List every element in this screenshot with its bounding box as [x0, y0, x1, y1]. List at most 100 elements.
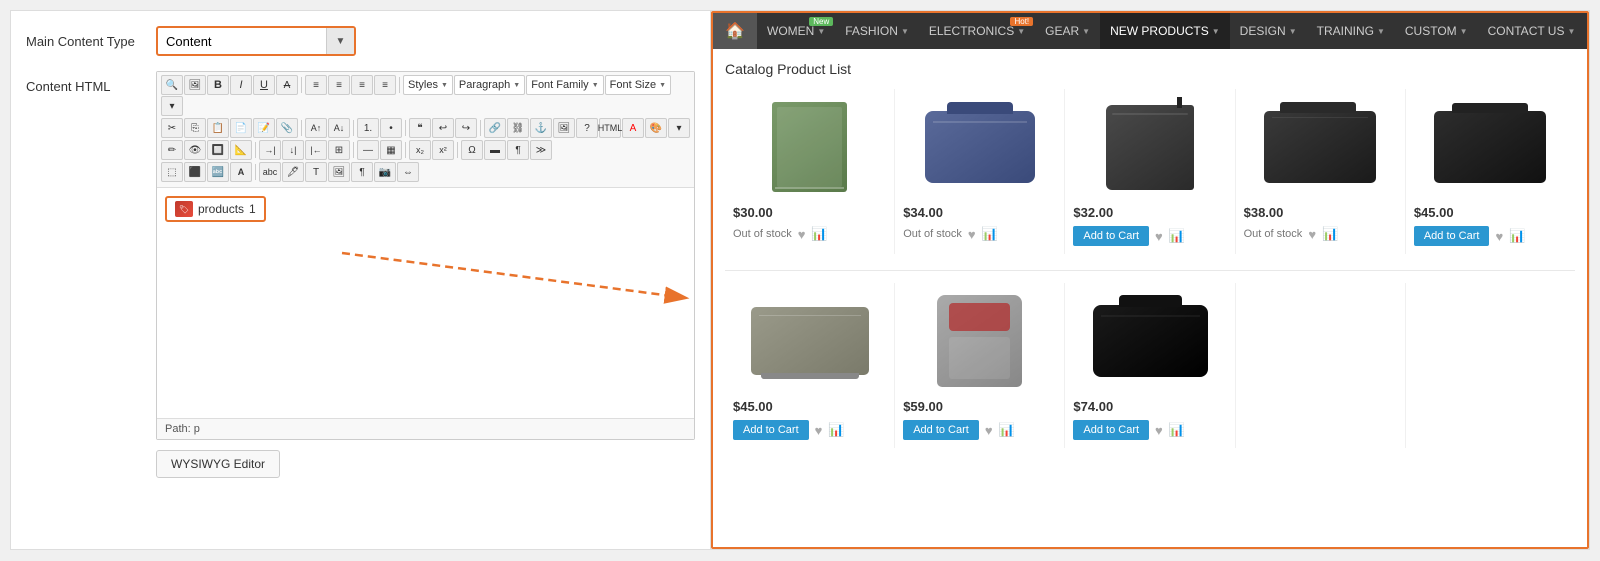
toolbar-block-btn[interactable]: ▬: [484, 140, 506, 160]
toolbar-image-icon[interactable]: 🖼: [184, 75, 206, 95]
compare-icon-2[interactable]: 📊: [982, 226, 998, 242]
toolbar-row4-4-btn[interactable]: A: [230, 162, 252, 182]
toolbar-list-ol-btn[interactable]: 1.: [357, 118, 379, 138]
toolbar-paragraph-dropdown[interactable]: Paragraph: [454, 75, 525, 95]
nav-item-contact[interactable]: CONTACT US ▼: [1478, 13, 1586, 49]
toolbar-italic-btn[interactable]: I: [230, 75, 252, 95]
toolbar-more-btn[interactable]: ▾: [161, 96, 183, 116]
toolbar-row4-10-btn[interactable]: 📷: [374, 162, 396, 182]
toolbar-show-more-btn[interactable]: ≫: [530, 140, 552, 160]
toolbar-row4-5-btn[interactable]: abc: [259, 162, 281, 182]
compare-icon-7[interactable]: 📊: [999, 422, 1015, 438]
toolbar-list-ul-btn[interactable]: •: [380, 118, 402, 138]
compare-icon-8[interactable]: 📊: [1169, 422, 1185, 438]
toolbar-html-btn[interactable]: HTML: [599, 118, 621, 138]
wysiwyg-editor-button[interactable]: WYSIWYG Editor: [156, 450, 280, 478]
toolbar-row4-2-btn[interactable]: ⬛: [184, 162, 206, 182]
toolbar-paste-btn[interactable]: 📋: [207, 118, 229, 138]
toolbar-table2-icon[interactable]: ▦: [380, 140, 402, 160]
nav-item-custom[interactable]: CUSTOM ▼: [1395, 13, 1478, 49]
toolbar-fontcolor-btn[interactable]: A: [622, 118, 644, 138]
toolbar-row4-1-btn[interactable]: ⬚: [161, 162, 183, 182]
toolbar-undo-btn[interactable]: ↩: [432, 118, 454, 138]
toolbar-styles-dropdown[interactable]: Styles: [403, 75, 453, 95]
toolbar-font-size-inc-btn[interactable]: A↑: [305, 118, 327, 138]
toolbar-quote-btn[interactable]: ❝: [409, 118, 431, 138]
nav-home-button[interactable]: 🏠: [713, 13, 757, 49]
toolbar-special-char-btn[interactable]: Ω: [461, 140, 483, 160]
toolbar-show-blocks-btn[interactable]: ¶: [507, 140, 529, 160]
toolbar-row4-8-btn[interactable]: 🖼: [328, 162, 350, 182]
toolbar-link-btn[interactable]: 🔗: [484, 118, 506, 138]
compare-icon-5[interactable]: 📊: [1509, 228, 1525, 244]
wishlist-icon-8[interactable]: ♥: [1155, 423, 1163, 438]
toolbar-hr-icon[interactable]: —: [357, 140, 379, 160]
toolbar-font-family-dropdown[interactable]: Font Family: [526, 75, 603, 95]
toolbar-help-btn[interactable]: ?: [576, 118, 598, 138]
toolbar-paste2-btn[interactable]: 📎: [276, 118, 298, 138]
toolbar-more2-btn[interactable]: ▾: [668, 118, 690, 138]
toolbar-align-right-btn[interactable]: ≡: [351, 75, 373, 95]
toolbar-unlink-btn[interactable]: ⛓: [507, 118, 529, 138]
toolbar-sub-btn[interactable]: x₂: [409, 140, 431, 160]
toolbar-indent3-icon[interactable]: |←: [305, 140, 327, 160]
compare-icon-4[interactable]: 📊: [1322, 226, 1338, 242]
toolbar-row4-3-btn[interactable]: 🔤: [207, 162, 229, 182]
toolbar-strikethrough-btn[interactable]: A: [276, 75, 298, 95]
nav-item-training[interactable]: TRAINING ▼: [1307, 13, 1395, 49]
nav-item-electronics[interactable]: ELECTRONICS Hot! ▼: [919, 13, 1035, 49]
toolbar-redo-btn[interactable]: ↪: [455, 118, 477, 138]
toolbar-copy-btn[interactable]: ⎘: [184, 118, 206, 138]
wishlist-icon-6[interactable]: ♥: [815, 423, 823, 438]
toolbar-align-center-btn[interactable]: ≡: [328, 75, 350, 95]
add-to-cart-btn-3[interactable]: Add to Cart: [1073, 226, 1149, 246]
toolbar-bgcolor-btn[interactable]: 🎨: [645, 118, 667, 138]
wishlist-icon-5[interactable]: ♥: [1495, 229, 1503, 244]
nav-item-gear[interactable]: GEAR ▼: [1035, 13, 1100, 49]
wishlist-icon-7[interactable]: ♥: [985, 423, 993, 438]
nav-item-design[interactable]: DESIGN ▼: [1230, 13, 1307, 49]
content-type-select-wrapper[interactable]: Content ▼: [156, 26, 356, 56]
nav-item-fashion[interactable]: FASHION ▼: [835, 13, 919, 49]
toolbar-paste-word-btn[interactable]: 📝: [253, 118, 275, 138]
toolbar-sup-btn[interactable]: x²: [432, 140, 454, 160]
toolbar-indent-icon[interactable]: →|: [259, 140, 281, 160]
toolbar-img-btn[interactable]: 🖼: [553, 118, 575, 138]
toolbar-row4-11-btn[interactable]: ⇔: [397, 162, 419, 182]
nav-item-new-products[interactable]: NEW PRODUCTS ▼: [1100, 13, 1230, 49]
toolbar-paste-text-btn[interactable]: 📄: [230, 118, 252, 138]
products-widget[interactable]: 🏷 products 1: [165, 196, 266, 222]
editor-body[interactable]: 🏷 products 1: [157, 188, 694, 418]
toolbar-something-icon[interactable]: 📐: [230, 140, 252, 160]
add-to-cart-btn-5[interactable]: Add to Cart: [1414, 226, 1490, 246]
toolbar-row4-7-btn[interactable]: T: [305, 162, 327, 182]
toolbar-font-size-dec-btn[interactable]: A↓: [328, 118, 350, 138]
toolbar-anchor-btn[interactable]: ⚓: [530, 118, 552, 138]
toolbar-edit-icon[interactable]: ✏: [161, 140, 183, 160]
content-type-dropdown[interactable]: Content: [158, 28, 326, 54]
toolbar-align-justify-btn[interactable]: ≡: [374, 75, 396, 95]
wishlist-icon-2[interactable]: ♥: [968, 227, 976, 242]
toolbar-font-size-dropdown[interactable]: Font Size: [605, 75, 671, 95]
add-to-cart-btn-8[interactable]: Add to Cart: [1073, 420, 1149, 440]
wishlist-icon-3[interactable]: ♥: [1155, 229, 1163, 244]
toolbar-properties-icon[interactable]: 🔲: [207, 140, 229, 160]
toolbar-preview-icon[interactable]: 👁: [184, 140, 206, 160]
wishlist-icon-4[interactable]: ♥: [1308, 227, 1316, 242]
compare-icon-1[interactable]: 📊: [811, 226, 827, 242]
toolbar-underline-btn[interactable]: U: [253, 75, 275, 95]
toolbar-cut-btn[interactable]: ✂: [161, 118, 183, 138]
toolbar-align-left-btn[interactable]: ≡: [305, 75, 327, 95]
toolbar-row4-9-btn[interactable]: ¶: [351, 162, 373, 182]
toolbar-table-icon[interactable]: ⊞: [328, 140, 350, 160]
add-to-cart-btn-6[interactable]: Add to Cart: [733, 420, 809, 440]
toolbar-row4-6-btn[interactable]: 🖋: [282, 162, 304, 182]
toolbar-indent2-icon[interactable]: ↓|: [282, 140, 304, 160]
wishlist-icon-1[interactable]: ♥: [798, 227, 806, 242]
add-to-cart-btn-7[interactable]: Add to Cart: [903, 420, 979, 440]
nav-item-women[interactable]: WOMEN New ▼: [757, 13, 835, 49]
toolbar-find-icon[interactable]: 🔍: [161, 75, 183, 95]
compare-icon-6[interactable]: 📊: [828, 422, 844, 438]
compare-icon-3[interactable]: 📊: [1169, 228, 1185, 244]
toolbar-bold-btn[interactable]: B: [207, 75, 229, 95]
